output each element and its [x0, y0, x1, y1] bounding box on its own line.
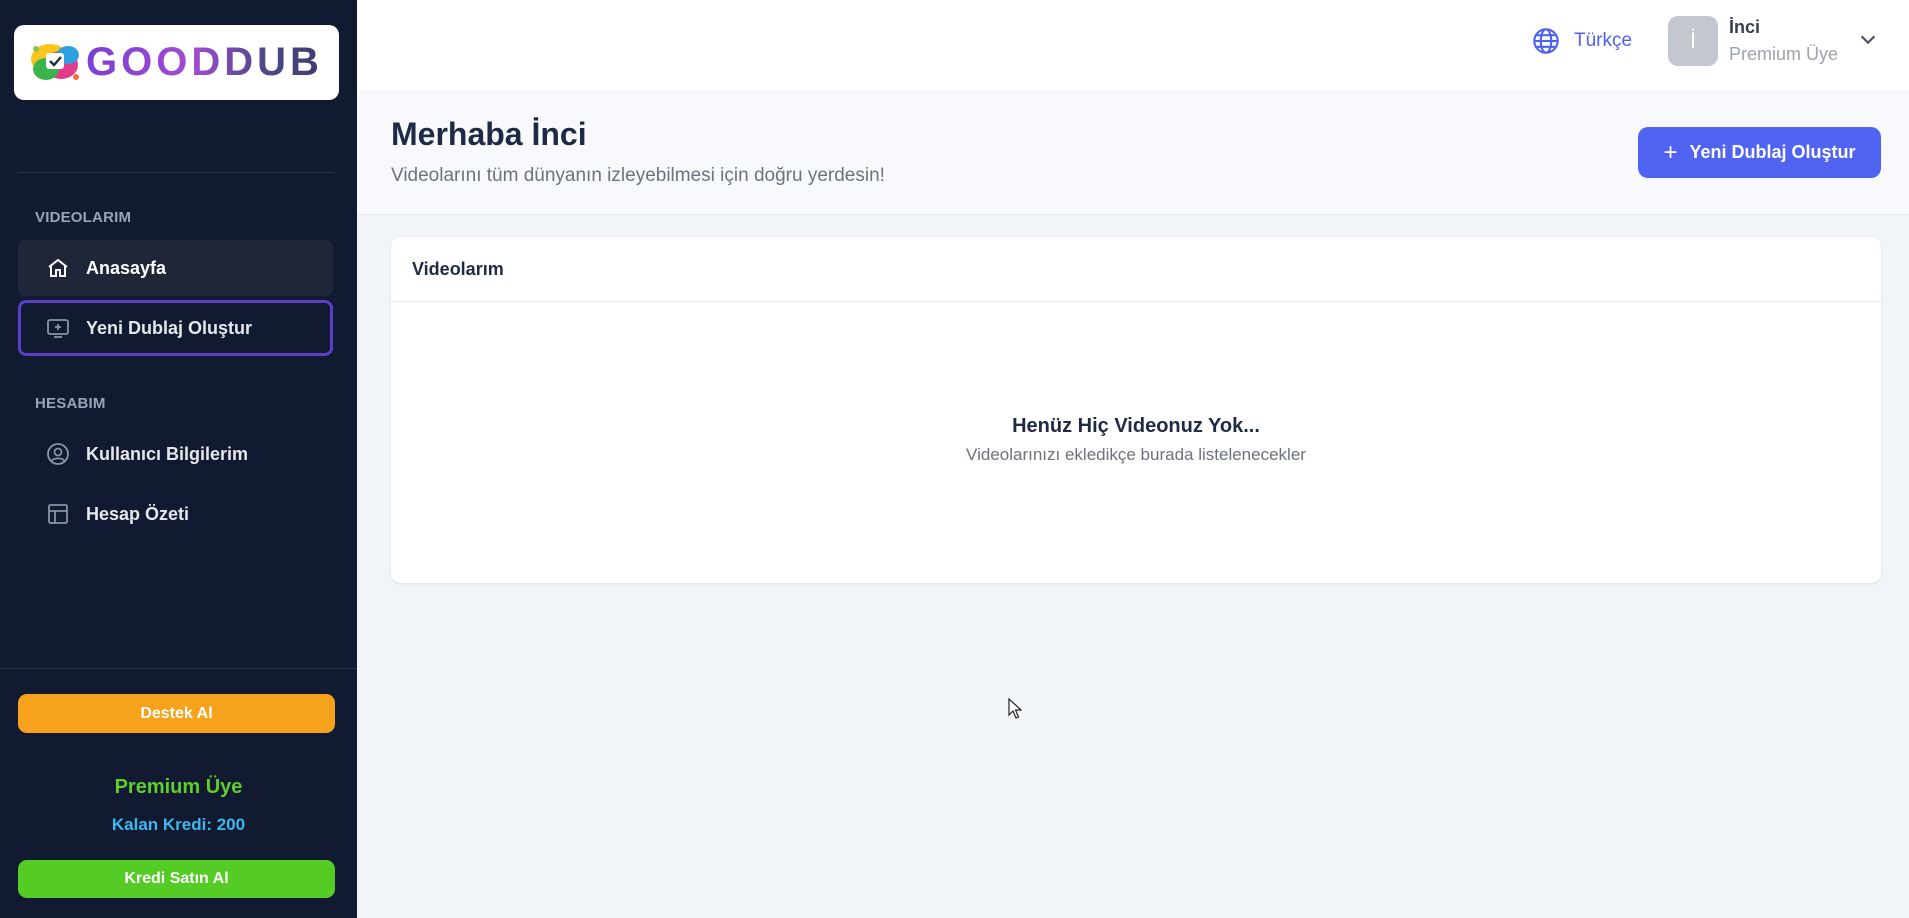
empty-state-subtitle: Videolarınızı ekledikçe burada listelene… — [966, 445, 1306, 464]
user-circle-icon — [47, 443, 69, 465]
sidebar-item-user-info[interactable]: Kullanıcı Bilgilerim — [18, 426, 333, 482]
sidebar-item-label: Kullanıcı Bilgilerim — [86, 443, 249, 464]
sidebar-item-home[interactable]: Anasayfa — [18, 240, 333, 296]
buy-credits-button[interactable]: Kredi Satın Al — [18, 860, 335, 898]
plus-icon: + — [1663, 138, 1678, 166]
language-selector[interactable]: Türkçe — [1532, 27, 1632, 55]
support-button[interactable]: Destek Al — [18, 694, 335, 733]
card-title: Videolarım — [391, 237, 1881, 302]
mouse-cursor-icon — [1008, 698, 1022, 719]
sidebar-item-new-dub[interactable]: Yeni Dublaj Oluştur — [18, 300, 333, 356]
page-subtitle: Videolarını tüm dünyanın izleyebilmesi i… — [391, 165, 885, 186]
user-role: Premium Üye — [1729, 44, 1839, 64]
sidebar: GOODDUB VIDEOLARIM Anasayfa Yeni Dublaj … — [0, 0, 357, 918]
top-header: Türkçe İ İnci Premium Üye — [357, 0, 1909, 90]
avatar[interactable]: İ — [1668, 16, 1718, 66]
home-icon — [48, 258, 68, 277]
brand-wordmark: GOODDUB — [86, 40, 323, 84]
user-name: İnci — [1729, 17, 1761, 37]
empty-state-title: Henüz Hiç Videonuz Yok... — [1012, 415, 1260, 437]
language-label: Türkçe — [1574, 30, 1633, 51]
page-heading: Merhaba İnci Videolarını tüm dünyanın iz… — [357, 90, 1909, 215]
chat-bubbles-logo-icon — [31, 43, 79, 80]
sidebar-footer: Destek Al Premium Üye Kalan Kredi: 200 K… — [0, 668, 357, 918]
new-dub-button-label: Yeni Dublaj Oluştur — [1689, 142, 1856, 162]
sidebar-divider — [18, 172, 334, 173]
globe-icon — [1533, 28, 1559, 54]
page-title: Merhaba İnci — [391, 116, 587, 152]
sidebar-item-label: Yeni Dublaj Oluştur — [86, 317, 253, 338]
sidebar-item-account-summary[interactable]: Hesap Özeti — [18, 486, 333, 542]
brand-logo[interactable]: GOODDUB — [14, 25, 339, 100]
sidebar-item-label: Hesap Özeti — [86, 503, 190, 524]
videos-card: Videolarım Henüz Hiç Videonuz Yok... Vid… — [391, 237, 1881, 583]
section-label-videos: VIDEOLARIM — [35, 209, 132, 226]
membership-label: Premium Üye — [114, 776, 243, 798]
sidebar-item-label: Anasayfa — [86, 257, 167, 278]
new-dub-button[interactable]: + Yeni Dublaj Oluştur — [1638, 127, 1881, 178]
remaining-credits: Kalan Kredi: 200 — [111, 815, 246, 834]
section-label-account: HESABIM — [35, 395, 106, 412]
table-icon — [48, 504, 68, 524]
screen-add-icon — [47, 319, 69, 338]
chevron-down-icon[interactable] — [1857, 28, 1879, 50]
app-root: GOODDUB VIDEOLARIM Anasayfa Yeni Dublaj … — [0, 0, 1909, 918]
